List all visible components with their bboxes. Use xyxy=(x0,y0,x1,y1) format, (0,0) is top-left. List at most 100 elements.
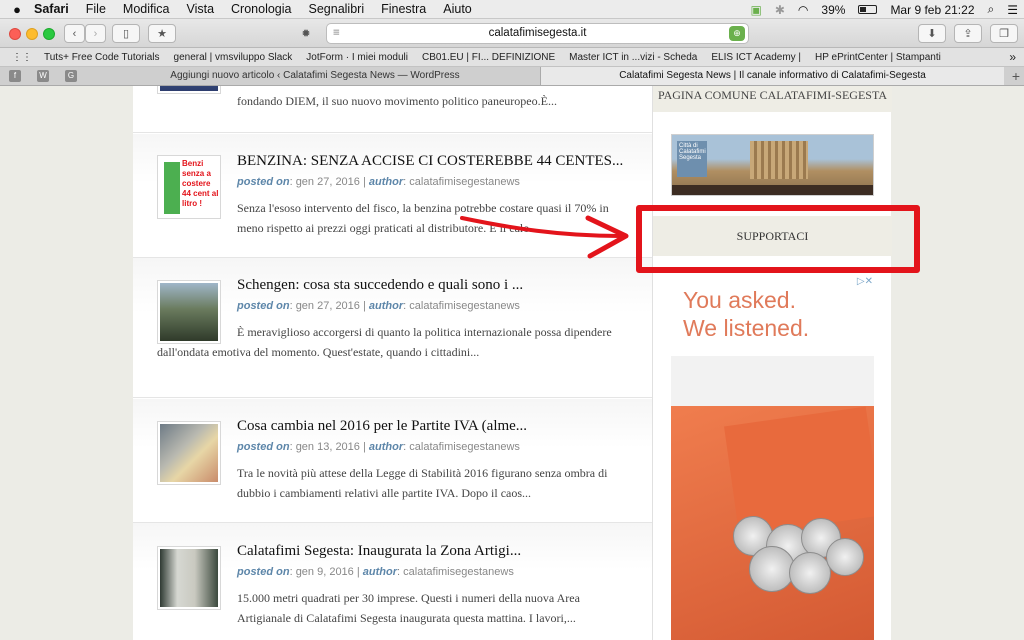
menu-aiuto[interactable]: Aiuto xyxy=(443,2,472,16)
minimize-window-icon[interactable] xyxy=(26,28,38,40)
spotlight-icon[interactable]: ⌕ xyxy=(988,2,995,17)
posted-on-label: posted on xyxy=(237,300,290,312)
bookmark-cb01[interactable]: CB01.EU | FI... DEFINIZIONE xyxy=(422,52,555,63)
advertisement[interactable]: You asked. We listened. ▷✕ xyxy=(671,276,874,640)
bookmarks-overflow-icon[interactable]: » xyxy=(1009,50,1016,64)
reader-icon[interactable]: ≡ xyxy=(333,24,340,43)
battery-icon[interactable] xyxy=(858,5,878,14)
tab-calatafimi-news[interactable]: Calatafimi Segesta News | Il canale info… xyxy=(540,67,1004,85)
post-author[interactable]: calatafimisegestanews xyxy=(409,441,520,453)
zoom-window-icon[interactable] xyxy=(43,28,55,40)
post-thumbnail[interactable]: Benzi senza a costere 44 cent al litro ! xyxy=(157,155,221,219)
menu-file[interactable]: File xyxy=(86,2,106,16)
tabs-overview-button[interactable]: ❐ xyxy=(990,24,1018,43)
wallet-image xyxy=(671,406,874,640)
post-title[interactable]: Schengen: cosa sta succedendo e quali so… xyxy=(237,277,523,294)
bookmark-elis[interactable]: ELIS ICT Academy | xyxy=(711,52,801,63)
post-author[interactable]: calatafimisegestanews xyxy=(403,566,514,578)
bookmark-master-ict[interactable]: Master ICT in ...vizi - Scheda xyxy=(569,52,697,63)
banner-nav-strip xyxy=(672,185,873,195)
bookmark-jotform[interactable]: JotForm · I miei moduli xyxy=(306,52,408,63)
author-label: author xyxy=(362,566,398,578)
bookmark-slack[interactable]: general | vmsviluppo Slack xyxy=(174,52,293,63)
address-bar-url: calatafimisegesta.it xyxy=(488,27,587,39)
post-excerpt: È meraviglioso accorgersi di quanto la p… xyxy=(157,325,612,359)
post-title[interactable]: Calatafimi Segesta: Inaugurata la Zona A… xyxy=(237,543,521,560)
ad-headline-line-1: You asked. xyxy=(683,287,796,313)
address-bar[interactable]: ≡ calatafimisegesta.it ↻ xyxy=(326,23,749,44)
post-title[interactable]: Cosa cambia nel 2016 per le Partite IVA … xyxy=(237,418,527,435)
author-label: author xyxy=(368,176,404,188)
posted-on-label: posted on xyxy=(237,566,290,578)
post-meta: posted on: gen 13, 2016 | author: calata… xyxy=(237,441,520,453)
pinned-tab-google[interactable]: G xyxy=(65,70,77,82)
post-meta: posted on: gen 27, 2016 | author: calata… xyxy=(237,300,520,312)
menubar-status-area: ▣ ✱ ◠ 39% Mar 9 feb 21:22 ⌕ ☰ xyxy=(751,0,1018,19)
extension-button[interactable]: ✹ xyxy=(292,24,320,43)
top-sites-button[interactable]: ★ xyxy=(148,24,176,43)
bookmark-hp-eprint[interactable]: HP ePrintCenter | Stampanti xyxy=(815,52,941,63)
menu-modifica[interactable]: Modifica xyxy=(123,2,170,16)
bookmarks-grid-icon[interactable]: ⋮⋮ xyxy=(12,52,32,63)
author-label: author xyxy=(368,441,404,453)
web-page: fondando DIEM, il suo nuovo movimento po… xyxy=(0,86,1024,640)
bookmarks-bar: ⋮⋮ Tuts+ Free Code Tutorials general | v… xyxy=(0,48,1024,67)
sidebar: PAGINA COMUNE CALATAFIMI-SEGESTA Città d… xyxy=(652,86,892,640)
temple-image xyxy=(750,141,808,179)
post-excerpt: Tra le novità più attese della Legge di … xyxy=(237,466,608,500)
post-meta: posted on: gen 9, 2016 | author: calataf… xyxy=(237,566,514,578)
sidebar-toggle-button[interactable]: ▯ xyxy=(112,24,140,43)
pinned-tab-facebook[interactable]: f xyxy=(9,70,21,82)
annotation-highlight-box xyxy=(636,205,920,273)
post-excerpt: 15.000 metri quadrati per 30 imprese. Qu… xyxy=(237,591,580,625)
post-title[interactable]: BENZINA: SENZA ACCISE CI COSTEREBBE 44 C… xyxy=(237,153,623,170)
list-item: Cosa cambia nel 2016 per le Partite IVA … xyxy=(133,399,652,523)
wifi-icon[interactable]: ◠ xyxy=(798,3,808,17)
post-excerpt: fondando DIEM, il suo nuovo movimento po… xyxy=(237,94,557,108)
screen-share-icon[interactable]: ▣ xyxy=(751,3,762,17)
macos-menubar: ● Safari File Modifica Vista Cronologia … xyxy=(0,0,1024,19)
post-author[interactable]: calatafimisegestanews xyxy=(409,176,520,188)
widget-title: PAGINA COMUNE CALATAFIMI-SEGESTA xyxy=(653,86,892,112)
battery-percent[interactable]: 39% xyxy=(821,3,845,17)
back-button[interactable]: ‹ xyxy=(64,24,85,43)
post-meta: posted on: gen 27, 2016 | author: calata… xyxy=(237,176,520,188)
ad-choices-icon[interactable]: ▷✕ xyxy=(857,276,873,287)
browser-toolbar: ‹ › ▯ ★ ✹ ≡ calatafimisegesta.it ↻ ⊕ ⬇ ⇪… xyxy=(0,19,1024,48)
tab-wordpress-new-post[interactable]: Aggiungi nuovo articolo ‹ Calatafimi Seg… xyxy=(90,67,540,85)
pinned-tab-wordpress[interactable]: W xyxy=(37,70,49,82)
bookmark-tuts[interactable]: Tuts+ Free Code Tutorials xyxy=(44,52,160,63)
notification-center-icon[interactable]: ☰ xyxy=(1007,3,1018,17)
list-item: Benzi senza a costere 44 cent al litro !… xyxy=(133,134,652,258)
post-date: gen 27, 2016 xyxy=(295,176,360,188)
clock[interactable]: Mar 9 feb 21:22 xyxy=(890,3,974,17)
post-thumbnail[interactable] xyxy=(157,546,221,610)
menu-finestra[interactable]: Finestra xyxy=(381,2,426,16)
adblock-button[interactable]: ⊕ xyxy=(729,26,745,41)
post-excerpt: Senza l'esoso intervento del fisco, la b… xyxy=(237,201,609,235)
post-thumbnail[interactable] xyxy=(157,421,221,485)
banner-caption: Città di Calatafimi Segesta xyxy=(677,141,707,177)
share-button[interactable]: ⇪ xyxy=(954,24,982,43)
post-list: fondando DIEM, il suo nuovo movimento po… xyxy=(133,86,652,640)
menu-segnalibri[interactable]: Segnalibri xyxy=(309,2,365,16)
forward-button[interactable]: › xyxy=(85,24,106,43)
ad-headline-line-2: We listened. xyxy=(683,315,810,341)
posted-on-label: posted on xyxy=(237,176,290,188)
bluetooth-icon[interactable]: ✱ xyxy=(775,3,785,17)
menu-vista[interactable]: Vista xyxy=(186,2,214,16)
menu-cronologia[interactable]: Cronologia xyxy=(231,2,291,16)
post-thumbnail[interactable] xyxy=(157,86,221,94)
tab-bar: f W G Aggiungi nuovo articolo ‹ Calatafi… xyxy=(0,67,1024,86)
list-item: fondando DIEM, il suo nuovo movimento po… xyxy=(133,86,652,133)
apple-icon[interactable]: ● xyxy=(0,2,34,17)
menu-safari[interactable]: Safari xyxy=(34,2,69,16)
comune-banner[interactable]: Città di Calatafimi Segesta xyxy=(671,134,874,196)
close-window-icon[interactable] xyxy=(9,28,21,40)
downloads-button[interactable]: ⬇ xyxy=(918,24,946,43)
list-item: Schengen: cosa sta succedendo e quali so… xyxy=(133,258,652,398)
post-date: gen 9, 2016 xyxy=(295,566,354,578)
new-tab-button[interactable]: + xyxy=(1012,67,1020,85)
post-author[interactable]: calatafimisegestanews xyxy=(409,300,520,312)
ad-headline[interactable]: You asked. We listened. xyxy=(683,286,809,342)
